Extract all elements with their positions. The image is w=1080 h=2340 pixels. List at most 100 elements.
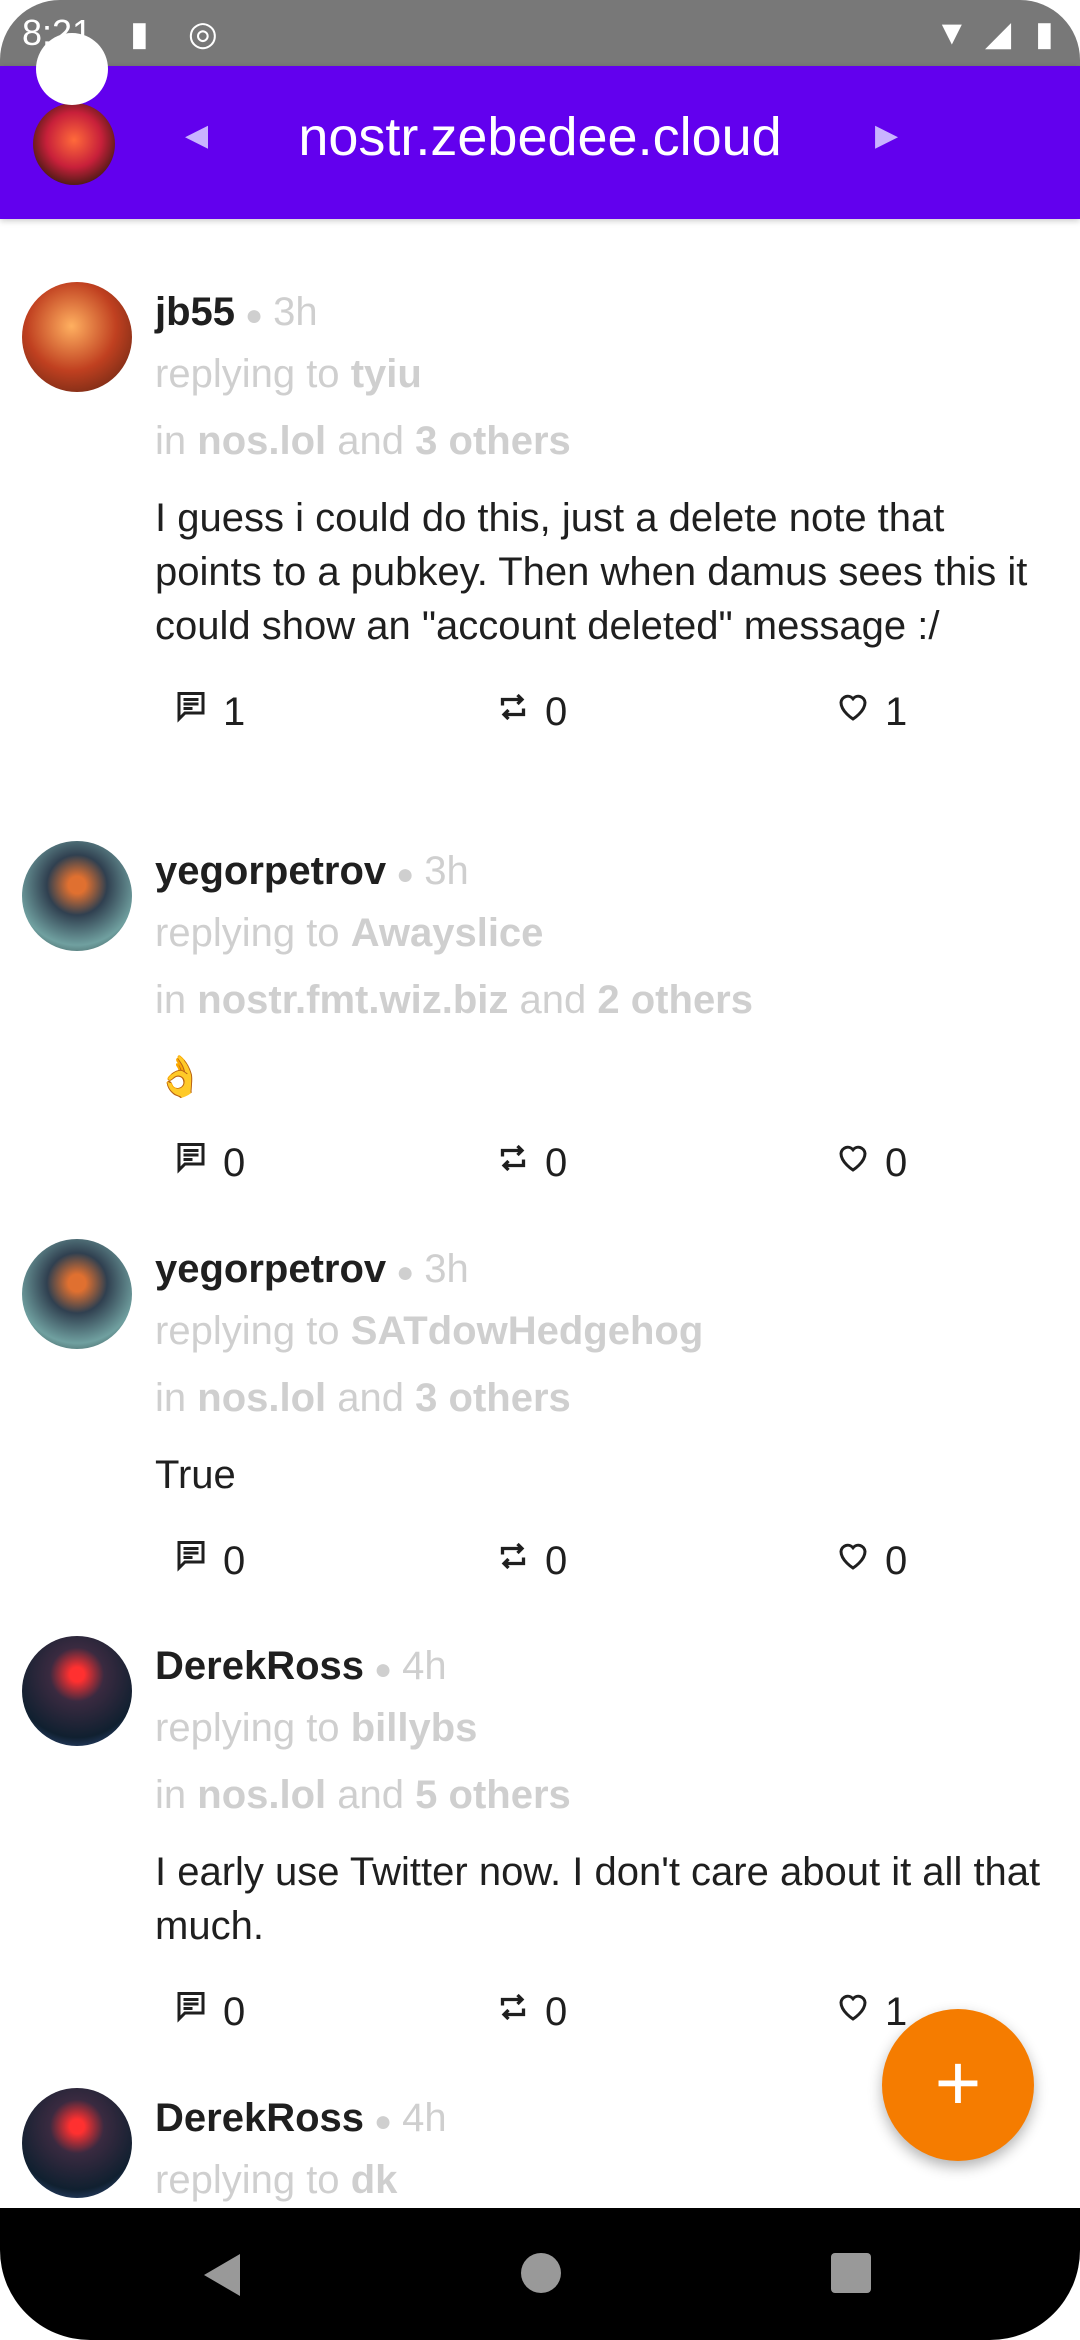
repost-button[interactable]: 0 — [495, 682, 567, 742]
relay-name[interactable]: nos.lol — [197, 419, 326, 463]
like-button[interactable]: 1 — [835, 1982, 907, 2042]
separator-dot: ● — [374, 1653, 393, 1686]
heart-icon — [835, 1982, 871, 2042]
reply-count: 0 — [223, 1539, 246, 1583]
post-body: True — [155, 1453, 236, 1497]
post-body: I guess i could do this, just a delete n… — [155, 496, 1028, 648]
replying-to-user[interactable]: Awayslice — [351, 911, 544, 955]
relay-name[interactable]: nostr.fmt.wiz.biz — [197, 978, 508, 1022]
like-button[interactable]: 0 — [835, 1133, 907, 1193]
author-name[interactable]: DerekRoss — [155, 1644, 364, 1688]
like-count: 0 — [885, 1141, 908, 1185]
replying-to-user[interactable]: dk — [351, 2158, 398, 2202]
like-button[interactable]: 1 — [835, 682, 907, 742]
reply-button[interactable]: 0 — [173, 1982, 245, 2042]
post-actions: 0 0 0 — [155, 1133, 1055, 1193]
author-avatar[interactable] — [22, 282, 132, 392]
like-count: 0 — [885, 1539, 908, 1583]
other-relays[interactable]: 3 others — [415, 419, 571, 463]
repost-button[interactable]: 0 — [495, 1133, 567, 1193]
reply-button[interactable]: 1 — [173, 682, 245, 742]
in-label: in — [155, 978, 187, 1022]
post-time: 3h — [273, 290, 318, 334]
reply-icon — [173, 1133, 209, 1193]
other-relays[interactable]: 3 others — [415, 1376, 571, 1420]
other-relays[interactable]: 2 others — [597, 978, 753, 1022]
relay-name[interactable]: nos.lol — [197, 1773, 326, 1817]
app-header: ◀ nostr.zebedee.cloud ▶ — [0, 66, 1080, 219]
repost-icon — [495, 682, 531, 742]
repost-count: 0 — [545, 1141, 568, 1185]
recents-icon[interactable] — [830, 2252, 872, 2294]
author-name[interactable]: yegorpetrov — [155, 849, 386, 893]
other-relays[interactable]: 5 others — [415, 1773, 571, 1817]
author-avatar[interactable] — [22, 2088, 132, 2198]
home-icon[interactable] — [520, 2252, 562, 2294]
replying-label: replying to — [155, 1309, 340, 1353]
repost-icon — [495, 1531, 531, 1591]
system-nav-bar — [0, 2208, 1080, 2340]
reply-count: 0 — [223, 1990, 246, 2034]
reply-button[interactable]: 0 — [173, 1133, 245, 1193]
next-relay-icon[interactable]: ▶ — [875, 118, 898, 153]
repost-count: 0 — [545, 1990, 568, 2034]
replying-label: replying to — [155, 2158, 340, 2202]
replying-label: replying to — [155, 352, 340, 396]
sd-card-icon: ▮ — [130, 15, 149, 53]
author-name[interactable]: yegorpetrov — [155, 1247, 386, 1291]
reply-button[interactable]: 0 — [173, 1531, 245, 1591]
signal-icon: ◢ — [985, 15, 1012, 53]
replying-to-user[interactable]: tyiu — [351, 352, 422, 396]
back-icon[interactable] — [200, 2252, 244, 2298]
separator-dot: ● — [396, 858, 415, 891]
heart-icon — [835, 1133, 871, 1193]
separator-dot: ● — [396, 1256, 415, 1289]
replying-label: replying to — [155, 911, 340, 955]
replying-to-user[interactable]: billybs — [351, 1706, 478, 1750]
wifi-icon: ▼ — [935, 14, 969, 52]
feed: jb55 ● 3h replying to tyiu in nos.lol and 3… — [0, 219, 1080, 2208]
replying-label: replying to — [155, 1706, 340, 1750]
reply-icon — [173, 682, 209, 742]
post-actions: 0 0 0 — [155, 1531, 1055, 1591]
and-label: and — [337, 1376, 405, 1420]
relay-title[interactable]: nostr.zebedee.cloud — [0, 106, 1080, 168]
heart-icon — [835, 1531, 871, 1591]
author-name[interactable]: DerekRoss — [155, 2096, 364, 2140]
in-label: in — [155, 1376, 187, 1420]
separator-dot: ● — [245, 299, 264, 332]
reply-count: 0 — [223, 1141, 246, 1185]
author-avatar[interactable] — [22, 1636, 132, 1746]
sync-icon: ◎ — [188, 15, 218, 53]
camera-cutout — [36, 33, 108, 105]
author-avatar[interactable] — [22, 841, 132, 951]
repost-icon — [495, 1982, 531, 2042]
replying-to-user[interactable]: SATdowHedgehog — [351, 1309, 704, 1353]
author-avatar[interactable] — [22, 1239, 132, 1349]
heart-icon — [835, 682, 871, 742]
repost-button[interactable]: 0 — [495, 1982, 567, 2042]
new-post-button[interactable]: + — [882, 2009, 1034, 2161]
author-name[interactable]: jb55 — [155, 290, 235, 334]
post-body: I early use Twitter now. I don't care ab… — [155, 1850, 1041, 1948]
like-count: 1 — [885, 690, 908, 734]
in-label: in — [155, 419, 187, 463]
post-actions: 1 0 1 — [155, 682, 1055, 742]
in-label: in — [155, 1773, 187, 1817]
post-time: 4h — [402, 1644, 447, 1688]
repost-icon — [495, 1133, 531, 1193]
and-label: and — [337, 1773, 405, 1817]
battery-icon: ▮ — [1035, 15, 1054, 53]
and-label: and — [519, 978, 587, 1022]
post-time: 4h — [402, 2096, 447, 2140]
relay-name[interactable]: nos.lol — [197, 1376, 326, 1420]
post-time: 3h — [424, 1247, 469, 1291]
repost-button[interactable]: 0 — [495, 1531, 567, 1591]
like-button[interactable]: 0 — [835, 1531, 907, 1591]
reply-icon — [173, 1531, 209, 1591]
reply-count: 1 — [223, 690, 246, 734]
post-body: 👌 — [155, 1055, 205, 1099]
separator-dot: ● — [374, 2105, 393, 2138]
status-bar: 8:21 ▮ ◎ ▼ ◢ ▮ — [0, 0, 1080, 66]
post-time: 3h — [424, 849, 469, 893]
